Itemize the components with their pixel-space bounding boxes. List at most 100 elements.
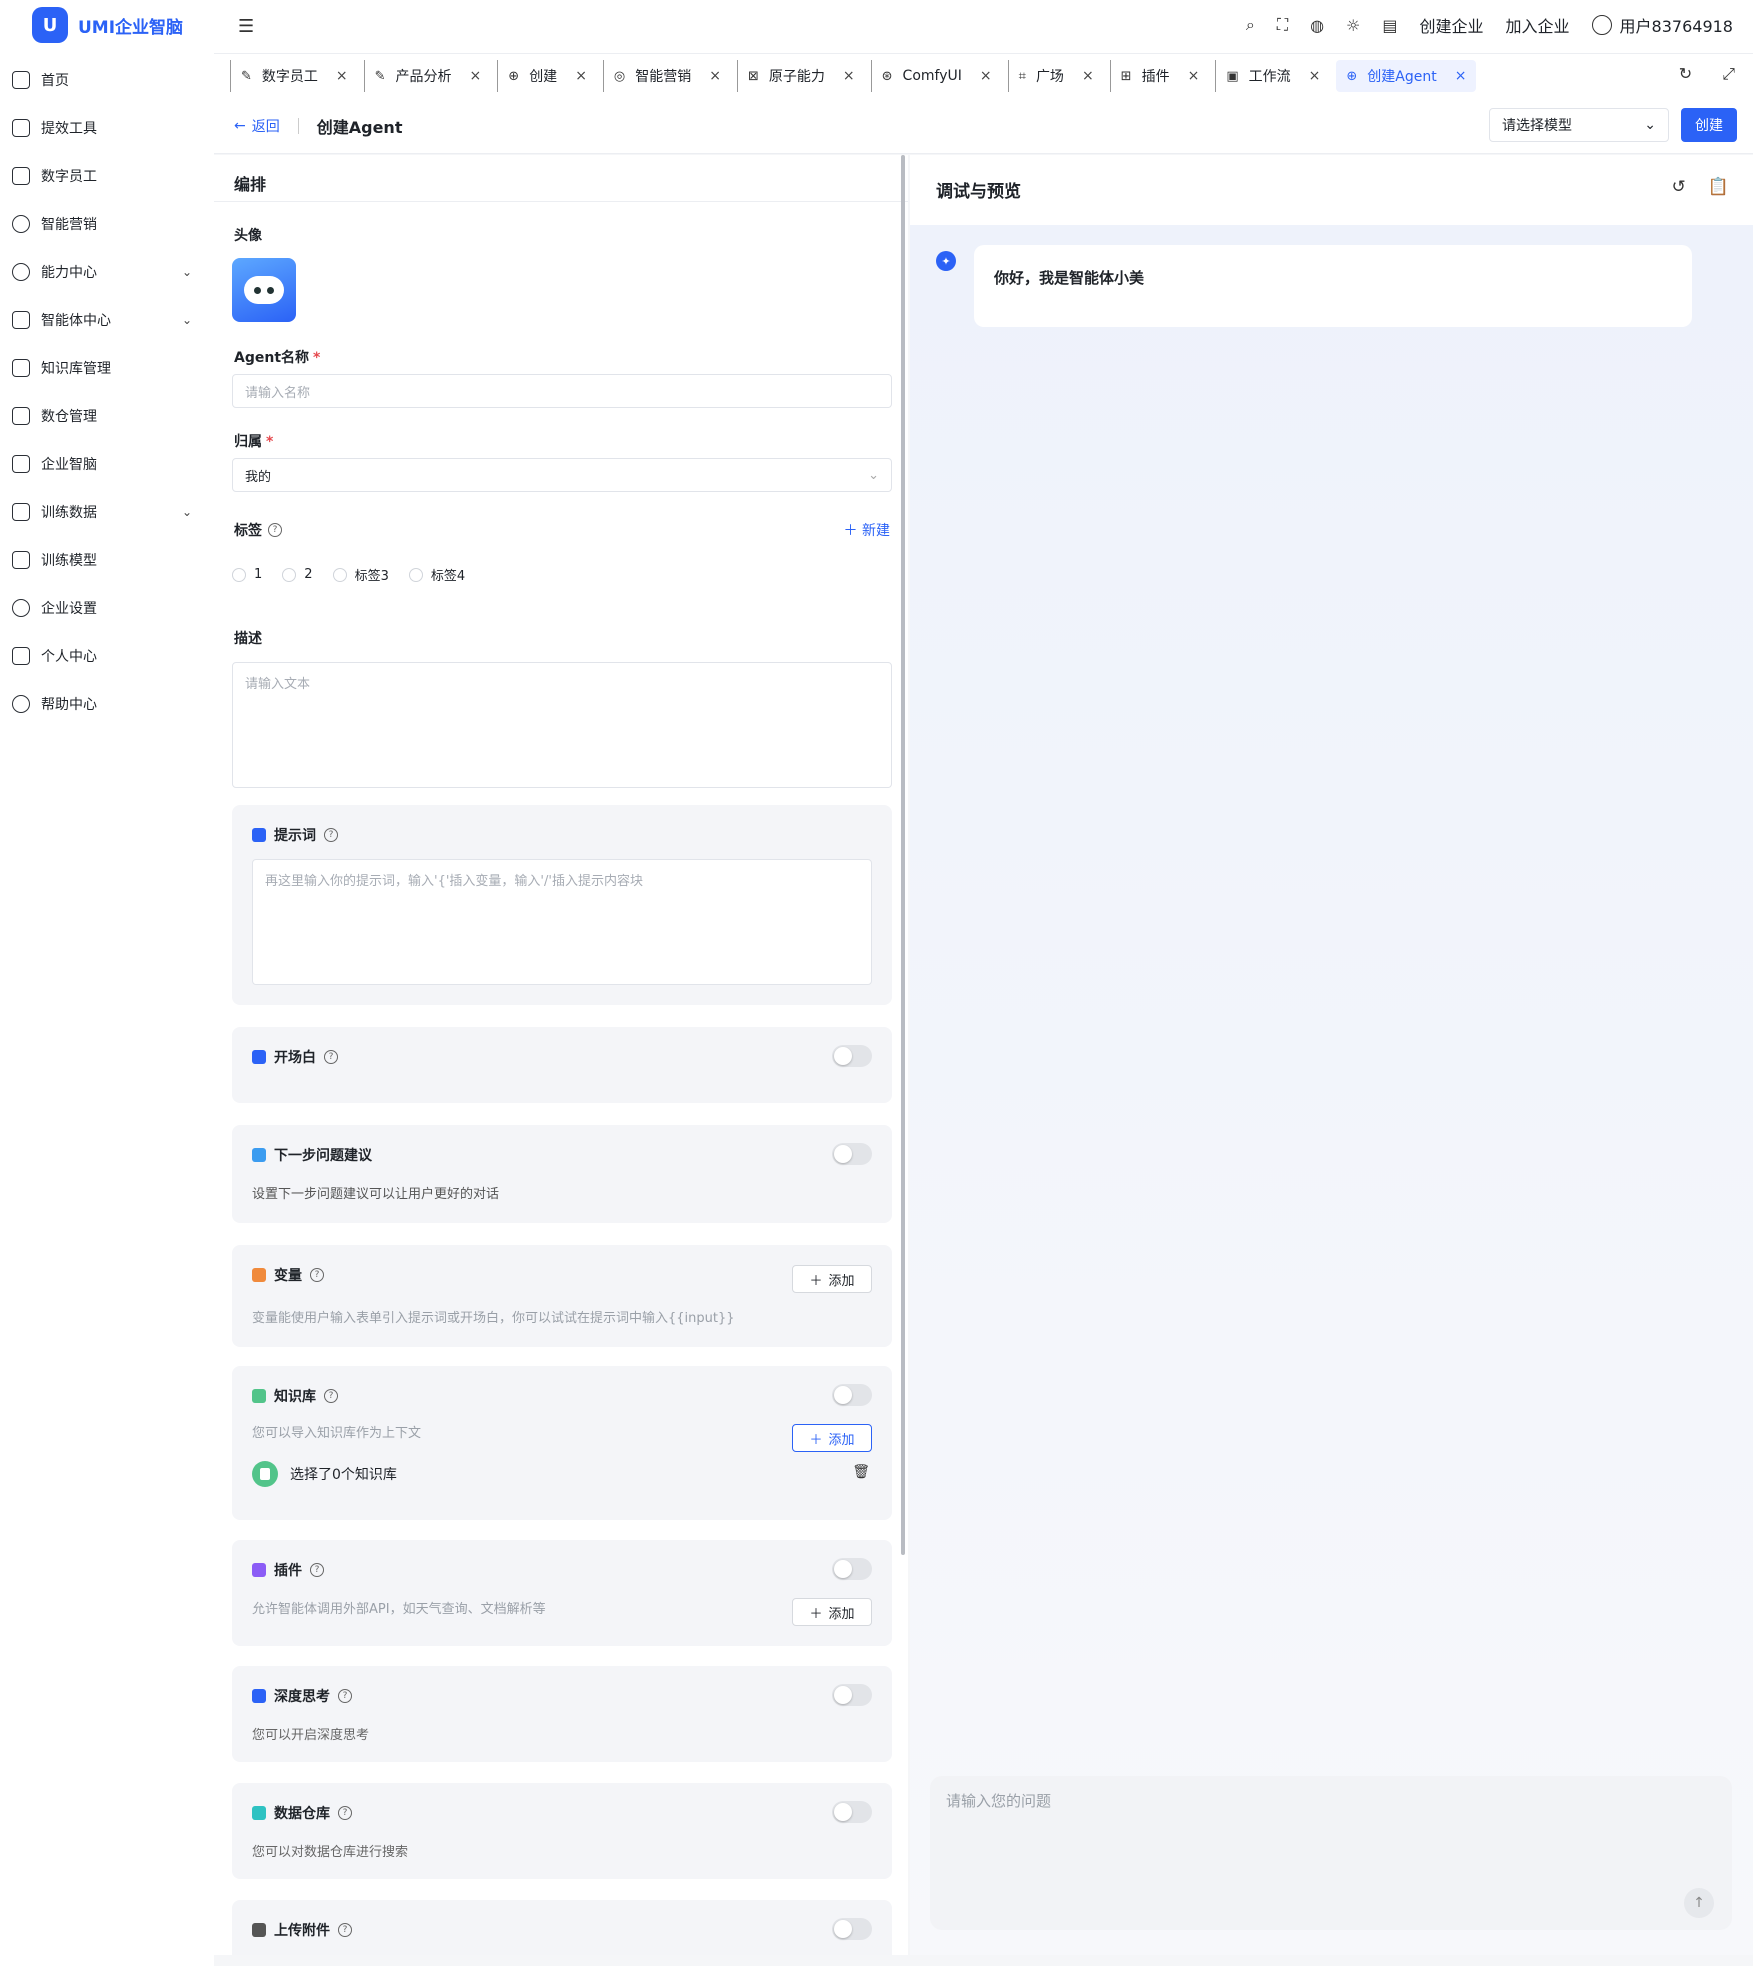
tab[interactable]: ⊕ 创建Agent ×: [1336, 60, 1477, 92]
tab-icon: ✎: [374, 68, 386, 84]
prompt-textarea[interactable]: 再这里输入你的提示词，输入'{'插入变量，输入'/'插入提示内容块: [252, 859, 872, 985]
owner-select[interactable]: 我的 ⌄: [232, 458, 892, 492]
sidebar-item[interactable]: 能力中心 ⌄: [0, 248, 214, 296]
arrow-left-icon: ←: [234, 117, 246, 134]
tab[interactable]: ◎ 智能营销 ×: [602, 60, 731, 92]
plugins-toggle[interactable]: [832, 1558, 872, 1580]
create-company-link[interactable]: 创建企业: [1420, 13, 1484, 37]
sidebar-item[interactable]: 帮助中心: [0, 680, 214, 728]
agent-avatar[interactable]: [232, 258, 296, 322]
theme-sun-icon[interactable]: ☼: [1346, 16, 1360, 35]
create-button[interactable]: 创建: [1681, 108, 1737, 142]
send-arrow-icon[interactable]: ↑: [1684, 1888, 1714, 1918]
model-select[interactable]: 请选择模型 ⌄: [1489, 108, 1669, 142]
help-icon[interactable]: ?: [338, 1689, 352, 1703]
sidebar-item[interactable]: 训练数据 ⌄: [0, 488, 214, 536]
sidebar-item-label: 数字员工: [41, 169, 97, 185]
user-menu[interactable]: 用户83764918: [1591, 13, 1733, 37]
tab[interactable]: ▣ 工作流 ×: [1215, 60, 1330, 92]
tab[interactable]: ✎ 产品分析 ×: [363, 60, 492, 92]
close-icon[interactable]: ×: [980, 68, 992, 84]
deep-think-toggle[interactable]: [832, 1684, 872, 1706]
tag-radio[interactable]: 标签4: [408, 565, 465, 584]
close-icon[interactable]: ×: [843, 68, 855, 84]
knowledge-toggle[interactable]: [832, 1384, 872, 1406]
sidebar-item[interactable]: 个人中心: [0, 632, 214, 680]
close-icon[interactable]: ×: [336, 68, 348, 84]
close-icon[interactable]: ×: [1309, 68, 1321, 84]
tab[interactable]: ⊛ ComfyUI ×: [870, 60, 1002, 92]
tab[interactable]: ✎ 数字员工 ×: [230, 60, 358, 92]
trash-icon[interactable]: 🗑: [852, 1464, 870, 1480]
sidebar-item[interactable]: 数字员工: [0, 152, 214, 200]
help-icon[interactable]: ?: [324, 828, 338, 842]
sidebar-item[interactable]: 智能体中心 ⌄: [0, 296, 214, 344]
opening-toggle[interactable]: [832, 1045, 872, 1067]
sidebar-item[interactable]: 企业设置: [0, 584, 214, 632]
close-icon[interactable]: ×: [709, 68, 721, 84]
clipboard-icon[interactable]: 📋: [1708, 177, 1729, 197]
close-icon[interactable]: ×: [575, 68, 587, 84]
next-step-toggle[interactable]: [832, 1143, 872, 1165]
sidebar-item[interactable]: 数仓管理: [0, 392, 214, 440]
upload-toggle[interactable]: [832, 1918, 872, 1940]
close-icon[interactable]: ×: [470, 68, 482, 84]
logo[interactable]: U UMI企业智脑: [32, 7, 183, 43]
maximize-icon[interactable]: ⤢: [1722, 64, 1735, 84]
help-icon[interactable]: ?: [324, 1050, 338, 1064]
reset-icon[interactable]: ↺: [1672, 177, 1686, 197]
tab[interactable]: ⌗ 广场 ×: [1007, 60, 1104, 92]
agent-name-input[interactable]: 请输入名称: [232, 374, 892, 408]
sidebar-item-label: 训练模型: [41, 553, 97, 569]
close-icon[interactable]: ×: [1082, 68, 1094, 84]
globe-icon[interactable]: ◍: [1310, 16, 1324, 35]
sidebar-item[interactable]: 知识库管理: [0, 344, 214, 392]
search-icon[interactable]: ⌕: [1246, 15, 1255, 35]
tag-radio[interactable]: 标签3: [332, 565, 389, 584]
menu-collapse-icon[interactable]: ☰: [238, 16, 254, 37]
sidebar-item-label: 能力中心: [41, 265, 97, 281]
tab[interactable]: ⊕ 创建 ×: [497, 60, 597, 92]
tag-radio-group: 1 2 标签3 标签4: [232, 565, 465, 584]
close-icon[interactable]: ×: [1455, 68, 1467, 84]
tag-radio[interactable]: 2: [282, 565, 313, 584]
warehouse-title: 数据仓库 ?: [252, 1803, 352, 1823]
add-plugin-button[interactable]: ＋ 添加: [792, 1598, 872, 1626]
help-icon[interactable]: ?: [324, 1389, 338, 1403]
upload-title-text: 上传附件: [274, 1923, 330, 1939]
robot-icon: [244, 276, 284, 304]
variables-card: 变量 ? ＋ 添加 变量能使用户输入表单引入提示词或开场白，你可以试试在提示词中…: [232, 1245, 892, 1347]
editor-scrollbar[interactable]: [901, 155, 905, 1555]
join-company-link[interactable]: 加入企业: [1506, 13, 1570, 37]
layout-icon[interactable]: ▤: [1382, 16, 1397, 35]
tag-radio[interactable]: 1: [232, 565, 262, 584]
question-input[interactable]: 请输入您的问题 ↑: [930, 1776, 1732, 1930]
knowledge-icon: [252, 1389, 266, 1403]
next-step-title-text: 下一步问题建议: [274, 1148, 372, 1164]
sidebar-item[interactable]: 提效工具: [0, 104, 214, 152]
sidebar-item[interactable]: 首页: [0, 56, 214, 104]
back-button[interactable]: ← 返回: [234, 116, 280, 136]
help-icon[interactable]: ?: [268, 523, 282, 537]
warehouse-toggle[interactable]: [832, 1801, 872, 1823]
tab[interactable]: ⊞ 插件 ×: [1109, 60, 1210, 92]
description-textarea[interactable]: 请输入文本: [232, 662, 892, 788]
sidebar-item[interactable]: 智能营销: [0, 200, 214, 248]
new-tag-button[interactable]: ＋ 新建: [844, 520, 890, 540]
variable-icon: [252, 1268, 266, 1282]
help-icon[interactable]: ?: [310, 1563, 324, 1577]
fullscreen-icon[interactable]: ⛶: [1277, 15, 1288, 35]
close-icon[interactable]: ×: [1188, 68, 1200, 84]
refresh-icon[interactable]: ↻: [1679, 64, 1692, 84]
help-icon[interactable]: ?: [338, 1806, 352, 1820]
help-icon[interactable]: ?: [310, 1268, 324, 1282]
sidebar-item[interactable]: 企业智脑: [0, 440, 214, 488]
home-icon: [12, 71, 30, 89]
knowledge-card: 知识库 ? 您可以导入知识库作为上下文 ＋ 添加 选择了0个知识库 🗑: [232, 1366, 892, 1520]
add-knowledge-button[interactable]: ＋ 添加: [792, 1424, 872, 1452]
help-icon[interactable]: ?: [338, 1923, 352, 1937]
sidebar-item[interactable]: 训练模型: [0, 536, 214, 584]
tab[interactable]: ⊠ 原子能力 ×: [737, 60, 865, 92]
add-variable-button[interactable]: ＋ 添加: [792, 1265, 872, 1293]
chevron-down-icon: ⌄: [868, 467, 879, 483]
